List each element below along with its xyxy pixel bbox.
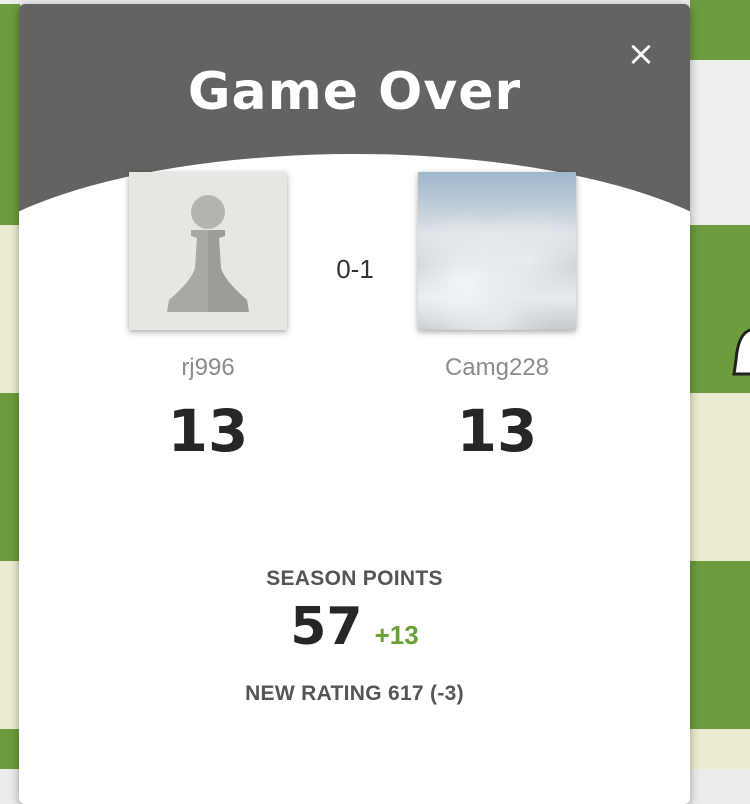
game-over-modal: Game Over × 0-1 rj996 Camg228 13 13 SEAS…	[19, 4, 690, 804]
new-rating-text: NEW RATING 617 (-3)	[245, 682, 464, 705]
board-square	[690, 729, 750, 769]
close-icon[interactable]: ×	[623, 36, 659, 72]
board-square	[0, 561, 20, 729]
season-points-delta: +13	[374, 620, 419, 650]
season-points-value: 57	[290, 597, 363, 657]
board-square	[0, 60, 20, 225]
board-square	[690, 60, 750, 225]
player-right-username[interactable]: Camg228	[397, 354, 597, 382]
board-square	[0, 729, 20, 769]
board-square	[690, 393, 750, 561]
season-points-label: SEASON POINTS	[266, 567, 443, 590]
board-square	[0, 0, 20, 60]
white-pawn-icon	[732, 328, 750, 376]
player-left-username[interactable]: rj996	[108, 354, 308, 382]
player-left-avatar[interactable]	[129, 172, 287, 330]
game-result: 0-1	[336, 254, 374, 284]
board-square	[0, 225, 20, 393]
player-left-rating: 13	[167, 397, 249, 465]
modal-title: Game Over	[187, 62, 522, 122]
season-points-row: 57 +13	[19, 597, 690, 657]
board-square	[690, 561, 750, 729]
player-right-rating: 13	[456, 397, 538, 465]
board-square	[0, 393, 20, 561]
board-square	[690, 0, 750, 60]
player-right-avatar[interactable]	[418, 172, 576, 330]
pawn-icon	[167, 195, 249, 312]
